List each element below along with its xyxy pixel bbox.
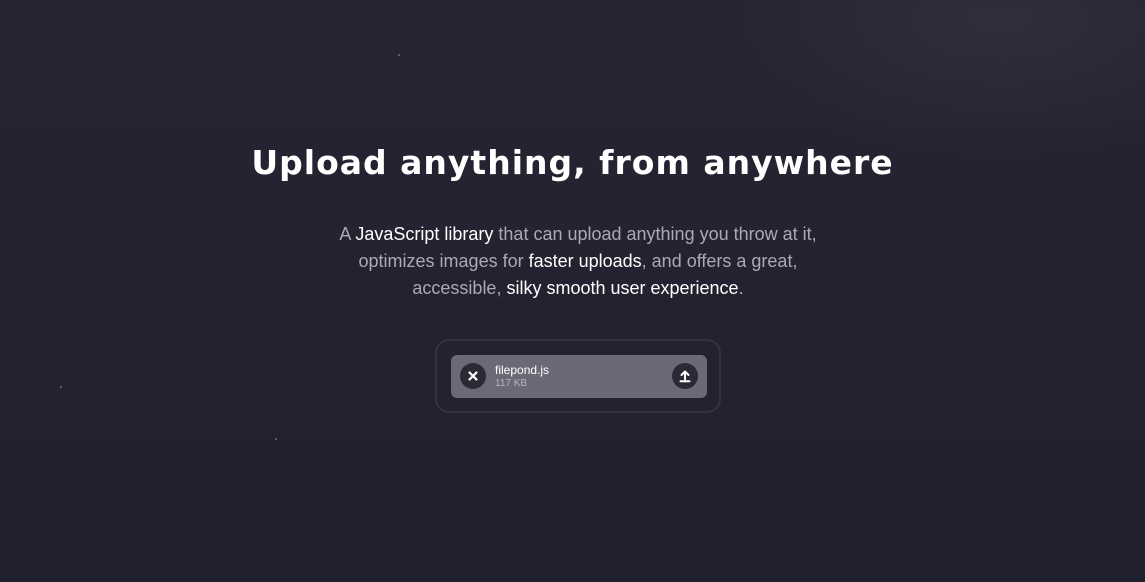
hero-description: A JavaScript library that can upload any…: [322, 221, 834, 302]
lead-text: A: [339, 224, 356, 244]
star-dot: [60, 386, 62, 388]
star-dot: [398, 54, 400, 56]
lead-highlight-javascript-library: JavaScript library: [355, 224, 494, 244]
star-dot: [275, 438, 277, 440]
remove-file-button[interactable]: [460, 363, 486, 389]
upload-file-button[interactable]: [672, 363, 698, 389]
lead-highlight-user-experience: silky smooth user experience: [506, 278, 739, 298]
file-size: 117 KB: [495, 378, 528, 389]
upload-arrow-icon: [679, 370, 691, 383]
lead-text: .: [738, 278, 744, 298]
filepond-uploader[interactable]: filepond.js 117 KB: [435, 339, 721, 413]
page-title: Upload anything, from anywhere: [251, 143, 894, 182]
file-name: filepond.js: [495, 363, 550, 377]
close-icon: [468, 371, 478, 381]
lead-highlight-faster-uploads: faster uploads: [528, 251, 642, 271]
file-item: filepond.js 117 KB: [451, 355, 707, 398]
